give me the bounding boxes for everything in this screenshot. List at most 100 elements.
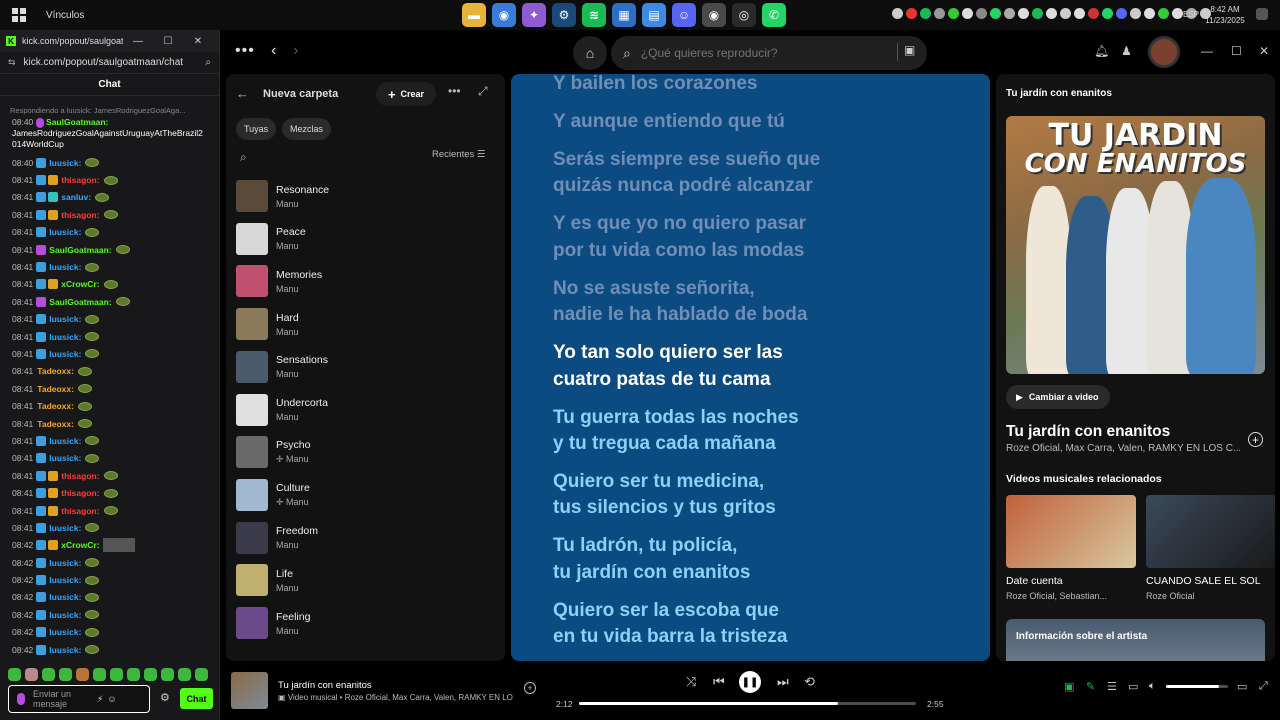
lyric-line[interactable]: cuatro patas de tu cama	[553, 367, 771, 393]
add-to-playlist-icon[interactable]: +	[524, 682, 536, 694]
playlist-item[interactable]: Feeling Manu	[236, 604, 496, 642]
emote-icon[interactable]	[161, 668, 174, 681]
message-user[interactable]: thisagon:	[61, 175, 99, 185]
lyric-line[interactable]: tus silencios y tus gritos	[553, 495, 776, 521]
lyric-line[interactable]: quizás nunca podré alcanzar	[553, 173, 813, 199]
message-user[interactable]: luusick:	[49, 453, 81, 463]
message-user[interactable]: thisagon:	[61, 488, 99, 498]
repeat-icon[interactable]: ⟲	[804, 674, 815, 690]
lyric-line[interactable]: por tu vida como las modas	[553, 238, 804, 264]
playlist-item[interactable]: Freedom Manu	[236, 519, 496, 557]
kick-address-bar[interactable]: ⇆ kick.com/popout/saulgoatmaan/chat ⌕	[0, 52, 219, 74]
lyric-line[interactable]: en tu vida barra la tristeza	[553, 624, 787, 650]
message-user[interactable]: xCrowCr:	[61, 540, 99, 550]
chrome-profile-icon[interactable]: ◉	[702, 3, 726, 27]
tray-app-icon[interactable]	[920, 8, 931, 19]
volume-slider[interactable]	[1166, 685, 1228, 688]
volume-icon[interactable]: 🔈︎	[1149, 680, 1156, 693]
playlist-item[interactable]: Life Manu	[236, 561, 496, 599]
player-cover-art[interactable]	[231, 672, 268, 709]
message-user[interactable]: SaulGoatmaan:	[46, 117, 108, 127]
related-video-title[interactable]: Date cuenta	[1006, 575, 1063, 587]
tray-app-icon[interactable]	[962, 8, 973, 19]
chat-send-button[interactable]: Chat	[180, 688, 213, 709]
create-button[interactable]: + Crear	[376, 82, 436, 106]
connect-device-icon[interactable]: ▭	[1128, 680, 1138, 693]
playlist-item[interactable]: Memories Manu	[236, 262, 496, 300]
song-artists[interactable]: Roze Oficial, Max Carra, Valen, RAMKY EN…	[1006, 443, 1240, 454]
message-user[interactable]: Tadeoxx:	[37, 384, 74, 394]
lyric-line[interactable]: nadie le ha hablado de boda	[553, 302, 807, 328]
switch-to-video-button[interactable]: ▶ Cambiar a video	[1006, 385, 1110, 409]
playlist-item[interactable]: Resonance Manu	[236, 177, 496, 215]
kick-address[interactable]: kick.com/popout/saulgoatmaan/chat	[24, 57, 206, 68]
maximize-icon[interactable]: ☐	[153, 36, 183, 47]
playlist-item[interactable]: Culture ✛ Manu	[236, 476, 496, 514]
command-icon[interactable]: ⚡	[97, 694, 103, 705]
copilot-icon[interactable]: ✦	[522, 3, 546, 27]
related-video-title[interactable]: CUANDO SALE EL SOL	[1146, 575, 1261, 587]
tray-app-icon[interactable]	[1144, 8, 1155, 19]
message-user[interactable]: luusick:	[49, 314, 81, 324]
tray-app-icon[interactable]	[1074, 8, 1085, 19]
site-info-icon[interactable]: ⇆	[8, 57, 16, 68]
tray-app-icon[interactable]	[1102, 8, 1113, 19]
message-user[interactable]: luusick:	[49, 227, 81, 237]
tray-app-icon[interactable]	[906, 8, 917, 19]
message-user[interactable]: thisagon:	[61, 506, 99, 516]
tray-app-icon[interactable]	[1172, 8, 1183, 19]
message-user[interactable]: luusick:	[49, 262, 81, 272]
store-icon[interactable]: ▦	[612, 3, 636, 27]
menu-icon[interactable]: •••	[235, 42, 255, 60]
tray-app-icon[interactable]	[976, 8, 987, 19]
tray-app-icon[interactable]	[990, 8, 1001, 19]
discord-icon[interactable]: ☺	[672, 3, 696, 27]
language-indicator[interactable]: ESP	[1183, 10, 1199, 19]
related-video-thumbnail[interactable]	[1146, 495, 1275, 568]
clock[interactable]: 8:42 AM 11/23/2025	[1203, 4, 1247, 26]
message-user[interactable]: SaulGoatmaan:	[49, 245, 111, 255]
whatsapp-icon[interactable]: ✆	[762, 3, 786, 27]
tray-app-icon[interactable]	[1004, 8, 1015, 19]
related-video-thumbnail[interactable]	[1006, 495, 1136, 568]
song-title[interactable]: Tu jardín con enanitos	[1006, 423, 1170, 441]
emote-icon[interactable]	[178, 668, 191, 681]
tray-app-icon[interactable]	[1018, 8, 1029, 19]
search-input[interactable]	[640, 46, 881, 60]
emote-icon[interactable]	[8, 668, 21, 681]
lyric-line[interactable]: Tu guerra todas las noches	[553, 405, 799, 431]
message-user[interactable]: luusick:	[49, 436, 81, 446]
library-search-icon[interactable]: ⌕	[240, 150, 247, 165]
add-to-library-icon[interactable]: +	[1248, 432, 1263, 447]
tray-app-icon[interactable]	[1032, 8, 1043, 19]
message-user[interactable]: luusick:	[49, 592, 81, 602]
miniplayer-icon[interactable]: ▭	[1237, 680, 1247, 693]
chrome-icon[interactable]: ◉	[492, 3, 516, 27]
minimize-icon[interactable]: —	[1201, 44, 1213, 58]
message-user[interactable]: Tadeoxx:	[37, 401, 74, 411]
message-user[interactable]: luusick:	[49, 332, 81, 342]
emote-icon[interactable]	[59, 668, 72, 681]
home-button[interactable]: ⌂	[573, 36, 607, 70]
sort-recent[interactable]: Recientes ☰	[432, 149, 485, 160]
lyric-line[interactable]: Y es que yo no quiero pasar	[553, 211, 806, 237]
chat-settings-icon[interactable]: ⚙	[160, 691, 170, 704]
files-icon[interactable]: ▤	[642, 3, 666, 27]
tray-app-icon[interactable]	[1046, 8, 1057, 19]
pause-button[interactable]: ❚❚	[739, 671, 761, 693]
emote-icon[interactable]	[195, 668, 208, 681]
emote-icon[interactable]	[93, 668, 106, 681]
tray-app-icon[interactable]	[1060, 8, 1071, 19]
file-explorer-icon[interactable]: ▬	[462, 3, 486, 27]
close-icon[interactable]: ✕	[1259, 44, 1269, 58]
next-icon[interactable]: ⏭︎	[777, 674, 789, 690]
lyric-line[interactable]: Quiero ser tu medicina,	[553, 469, 764, 495]
lyric-line[interactable]: y tu tregua cada mañana	[553, 431, 776, 457]
forward-icon[interactable]: ›	[293, 42, 298, 60]
message-user[interactable]: luusick:	[49, 523, 81, 533]
emote-icon[interactable]	[110, 668, 123, 681]
lyric-line[interactable]: Quiero ser la escoba que	[553, 598, 779, 624]
queue-icon[interactable]: ☰	[1107, 680, 1117, 693]
emote-icon[interactable]	[144, 668, 157, 681]
message-image[interactable]	[102, 538, 135, 553]
